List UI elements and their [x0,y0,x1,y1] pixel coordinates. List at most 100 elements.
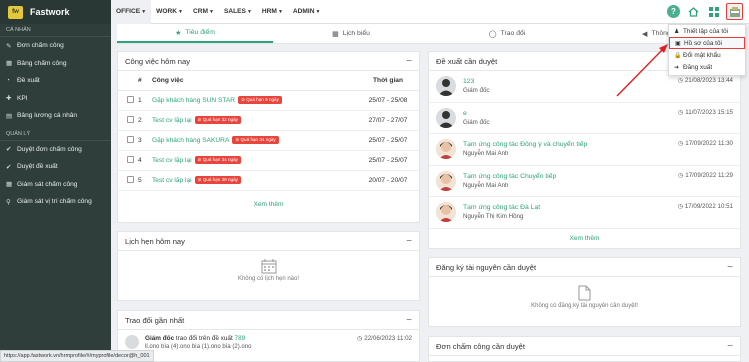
task-link[interactable]: Gặp khách hàng SUN STAR [152,97,235,104]
proposals-more-link[interactable]: Xem thêm [429,235,740,242]
checkbox[interactable] [127,155,134,163]
tab-icon: ▦ [332,30,339,38]
home-icon[interactable] [687,5,700,18]
tasks-table: # Công việc Thời gian 1 Gặp khách hàng SU… [118,71,419,191]
sidebar-item-icon: ✎ [6,42,12,50]
top-menu-hrm[interactable]: HRM▼ [257,0,288,24]
recent-header: Trao đổi gần nhất − [118,311,419,330]
overdue-badge: ⊘ Quá hạn 34 ngày [194,156,241,164]
brand[interactable]: fw Fastwork [0,0,111,24]
proposal-time-value: 17/09/2022 11:29 [685,171,733,179]
sidebar-item[interactable]: ⚲ Giám sát vị trí chấm công [0,193,111,211]
collapse-icon[interactable]: − [727,341,733,352]
sidebar-item[interactable]: ▤ Bảng lương cá nhân [0,107,111,125]
timesheets-header: Đơn chấm công cần duyệt − [429,337,740,356]
dropdown-item-label: Đổi mật khẩu [683,51,721,59]
meetings-title: Lịch hẹn hôm nay [125,236,185,246]
proposal-item[interactable]: Tạm ứng công tác Đà Lạt Nguyễn Thị Kim Hồ… [429,197,740,229]
topbar: OFFICE▼ WORK▼ CRM▼ SALES▼ HRM▼ ADMIN▼ ? [111,0,749,24]
tasks-panel: Công việc hôm nay − # Công việc Thời gia… [117,51,420,223]
proposal-item[interactable]: e Giám đốc ◷ 11/07/2023 15:15 [429,103,740,134]
checkbox[interactable] [127,115,134,123]
top-menu-crm[interactable]: CRM▼ [188,0,219,24]
collapse-icon[interactable]: − [406,236,412,247]
avatar [436,76,456,97]
dropdown-item-3[interactable]: ➜ Đăng xuất [669,61,745,73]
sidebar-item[interactable]: ✔ Duyệt đơn chấm công [0,141,111,159]
recent-ref[interactable]: 789 [235,335,246,342]
sidebar-item-label: Duyệt đơn chấm công [17,145,82,153]
proposal-item[interactable]: Tạm ứng công tác Đông ý và chuyển tiếp Ng… [429,134,740,166]
user-dropdown-menu: ♟ Thiết lập của tôi ▣ Hồ sơ của tôi 🔒 Đổi mật… [668,24,746,76]
recent-title: Trao đổi gần nhất [125,315,185,325]
recent-action: trao đổi trên đề xuất [174,335,235,342]
sidebar-item-icon: ◔ [6,77,10,85]
overdue-badge: ⊘ Quá hạn 32 ngày [194,116,241,124]
sidebar-item[interactable]: ✔ Duyệt đề xuất [0,158,111,176]
cell-check [118,90,138,111]
top-menu-office[interactable]: OFFICE▼ [111,0,152,24]
top-menu-label: WORK [156,7,178,15]
tab-icon: ◯ [488,30,497,38]
collapse-icon[interactable]: − [406,56,412,67]
sidebar-item-icon: ⚲ [6,198,11,206]
help-icon[interactable]: ? [667,5,680,18]
sidebar-item-label: Đơn chấm công [17,42,64,50]
sidebar-item[interactable]: ▦ Giám sát chấm công [0,176,111,194]
cell-time: 25/07 - 25/07 [357,150,419,171]
task-link[interactable]: Gặp khách hàng SAKURA [152,137,229,144]
table-row: 1 Gặp khách hàng SUN STAR ⊘ Quá hạn 9 ngày… [118,90,419,111]
badge-label: Quá hạn 9 ngày [246,97,279,102]
checkbox[interactable] [127,175,134,183]
collapse-icon[interactable]: − [727,262,733,273]
recent-item[interactable]: Giám đốc trao đổi trên đề xuất 789 ll.on… [118,330,419,355]
top-menu-sales[interactable]: SALES▼ [219,0,257,24]
task-link[interactable]: Test cv lặp lại [152,157,192,164]
dropdown-item-label: Hồ sơ của tôi [684,39,722,47]
dropdown-item-0[interactable]: ♟ Thiết lập của tôi [669,25,745,37]
tab-0[interactable]: ★ Tiêu điểm [117,24,273,43]
cell-num: 1 [138,90,152,111]
tab-1[interactable]: ▦ Lịch biểu [273,24,429,43]
proposals-panel: Đề xuất cần duyệt − 123Giám đốc◷ 21/08/2… [428,51,741,249]
avatar [125,335,139,349]
sidebar-item-icon: ✚ [6,95,12,103]
tab-label: Trao đổi [500,30,526,37]
recent-who: Giám đốc [145,335,175,342]
tasks-more-link[interactable]: Xem thêm [118,201,419,208]
task-link[interactable]: Test cv lặp lại [152,177,192,184]
chevron-down-icon: ▼ [315,8,321,15]
dropdown-item-icon: 🔒 [674,52,682,59]
user-avatar-button[interactable] [726,3,743,20]
proposal-time-value: 17/09/2022 11:30 [685,140,733,147]
proposal-item[interactable]: Tạm ứng công tác Chuyển tiếp Nguyễn Mai A… [429,166,740,197]
tab-label: Tiêu điểm [185,29,215,36]
cell-num: 4 [138,150,152,171]
sidebar: fw Fastwork CÁ NHÂN ✎ Đơn chấm công ▦ Bảng … [0,0,111,362]
document-icon [429,285,740,303]
sidebar-item-icon: ▤ [6,112,13,120]
dropdown-item-2[interactable]: 🔒 Đổi mật khẩu [669,49,745,61]
col-num: # [138,71,152,91]
top-menu-work[interactable]: WORK▼ [151,0,188,24]
top-menu-admin[interactable]: ADMIN▼ [288,0,326,24]
collapse-icon[interactable]: − [406,315,412,326]
checkbox[interactable] [127,95,134,103]
chevron-down-icon: ▼ [277,8,283,15]
sidebar-item-icon: ▦ [6,181,13,189]
sidebar-item[interactable]: ▦ Bảng chấm công [0,55,111,73]
tasks-title: Công việc hôm nay [125,56,191,66]
task-link[interactable]: Test cv lặp lại [152,117,192,124]
sidebar-item-label: Duyệt đề xuất [17,163,58,171]
apps-grid-icon[interactable] [707,5,720,18]
checkbox[interactable] [127,135,134,143]
cell-task: Test cv lặp lại ⊘ Quá hạn 39 ngày [152,170,357,191]
timesheets-title: Đơn chấm công cần duyệt [436,341,525,351]
sidebar-item[interactable]: ◔ Đề xuất [0,72,111,90]
dropdown-item-1[interactable]: ▣ Hồ sơ của tôi [669,37,745,49]
chevron-down-icon: ▼ [178,8,183,15]
sidebar-item[interactable]: ✚ KPI [0,90,111,108]
sidebar-item[interactable]: ✎ Đơn chấm công [0,37,111,55]
dropdown-item-icon: ➜ [674,64,680,71]
tab-2[interactable]: ◯ Trao đổi [429,24,585,43]
